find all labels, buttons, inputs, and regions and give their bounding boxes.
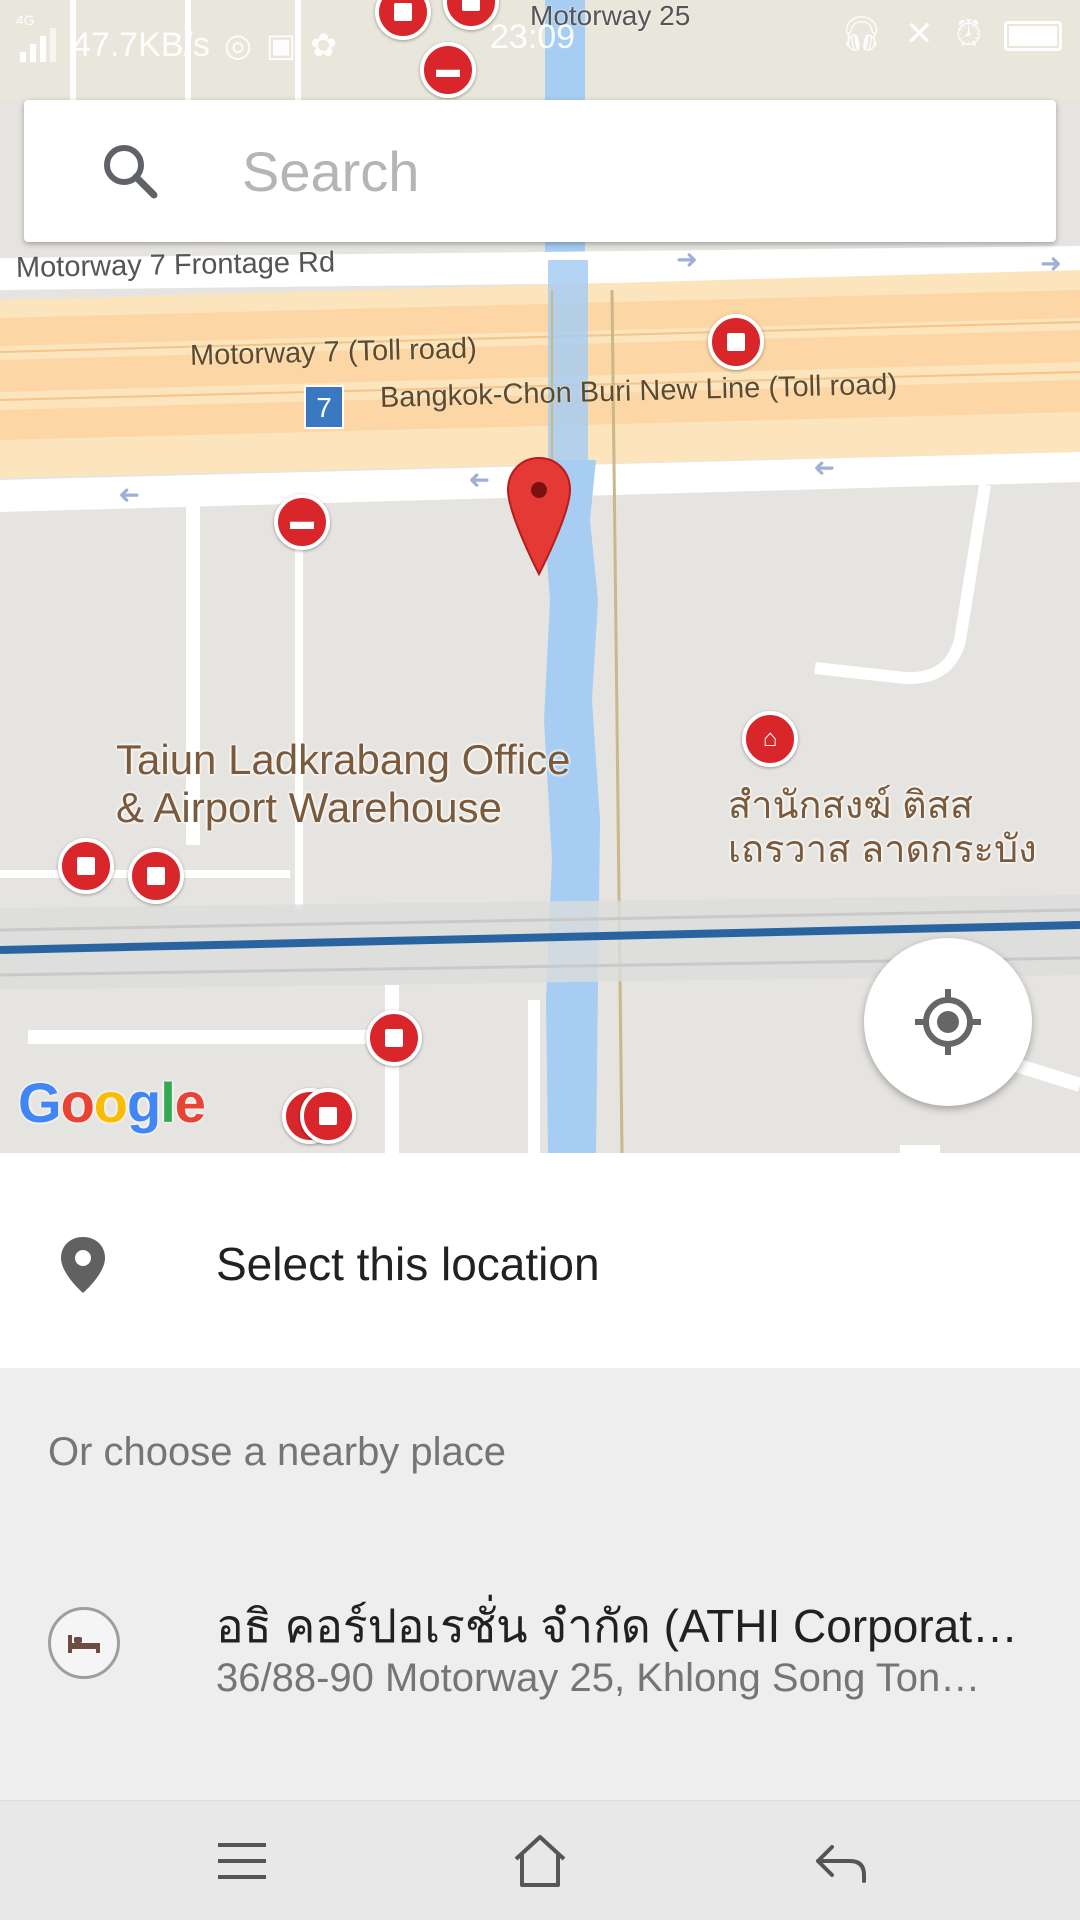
select-location-row[interactable]: Select this location	[0, 1153, 1080, 1368]
home-icon[interactable]	[510, 1831, 570, 1891]
google-logo: Google	[18, 1071, 206, 1134]
headphones-icon: 🎧︎	[839, 15, 883, 53]
image-icon: ▣	[265, 27, 297, 63]
poi-hotel-marker[interactable]: ▬	[274, 494, 330, 550]
nearby-places-section: Or choose a nearby place อธิ คอร์ปอเรชั่…	[0, 1368, 1080, 1800]
status-bar-left: 4G 47.7KB/s ◎ ▣ ✿	[16, 12, 337, 65]
navigation-bar	[0, 1800, 1080, 1920]
place-address: 36/88-90 Motorway 25, Khlong Song Ton…	[216, 1656, 981, 1700]
place-label-taiun-line2: & Airport Warehouse	[116, 784, 502, 831]
poi-marker[interactable]	[708, 314, 764, 370]
poi-temple-marker[interactable]: ⌂	[742, 711, 798, 767]
svg-text:➜: ➜	[118, 480, 140, 510]
place-label-temple-line2: เถรวาส ลาดกระบัง	[728, 829, 1037, 871]
svg-text:➜: ➜	[813, 453, 835, 483]
mute-icon: ✕	[904, 15, 934, 53]
location-pin-marker[interactable]	[506, 456, 572, 576]
bed-icon: ▬	[290, 508, 314, 535]
place-label-taiun[interactable]: Taiun Ladkrabang Office & Airport Wareho…	[116, 736, 571, 832]
nearby-heading: Or choose a nearby place	[48, 1430, 507, 1474]
poi-marker[interactable]	[300, 1088, 356, 1144]
hotel-icon	[48, 1607, 120, 1679]
temple-icon: ⌂	[762, 725, 778, 752]
menu-icon[interactable]	[212, 1831, 272, 1891]
place-label-taiun-line1: Taiun Ladkrabang Office	[116, 736, 571, 783]
place-label-temple-line1: สำนักสงฆ์ ติสส	[728, 785, 974, 827]
poi-marker[interactable]	[366, 1010, 422, 1066]
svg-text:➜: ➜	[676, 245, 698, 275]
network-speed: 47.7KB/s	[72, 25, 210, 64]
status-bar: 4G 47.7KB/s ◎ ▣ ✿ 23:09 🎧︎ ✕ ⏰︎	[0, 0, 1080, 80]
alarm-icon: ⏰︎	[955, 14, 982, 53]
place-name: อธิ คอร์ปอเรชั่น จำกัด (ATHI Corporati…	[216, 1600, 1026, 1652]
sync-icon: ✿	[310, 27, 337, 63]
svg-text:➜: ➜	[1040, 249, 1062, 279]
app-root: ➜ ➜ ➜ ➜ ➜ Motorway 7 Frontage Rd Motorwa…	[0, 0, 1080, 1920]
my-location-button[interactable]	[864, 938, 1032, 1106]
road-label-frontage: Motorway 7 Frontage Rd	[15, 246, 336, 284]
place-label-temple[interactable]: สำนักสงฆ์ ติสส เถรวาส ลาดกระบัง	[728, 784, 1037, 872]
search-icon[interactable]	[98, 139, 162, 203]
signal-icon	[20, 28, 56, 62]
nearby-place-item[interactable]: อธิ คอร์ปอเรชั่น จำกัด (ATHI Corporati… …	[0, 1566, 1080, 1736]
poi-marker[interactable]	[58, 838, 114, 894]
back-icon[interactable]	[810, 1831, 870, 1891]
hotspot-icon: ◎	[223, 27, 252, 63]
svg-text:➜: ➜	[468, 465, 490, 495]
crosshair-icon	[915, 989, 981, 1055]
battery-icon	[1004, 21, 1062, 51]
status-time: 23:09	[490, 18, 576, 56]
search-bar[interactable]	[24, 100, 1056, 242]
status-bar-right: 🎧︎ ✕ ⏰︎	[840, 14, 1062, 54]
route-shield: 7	[304, 385, 344, 429]
pin-icon	[61, 1237, 105, 1293]
poi-marker[interactable]	[128, 848, 184, 904]
network-type: 4G	[16, 12, 35, 28]
select-location-label: Select this location	[216, 1238, 600, 1290]
search-input[interactable]	[242, 138, 1002, 204]
